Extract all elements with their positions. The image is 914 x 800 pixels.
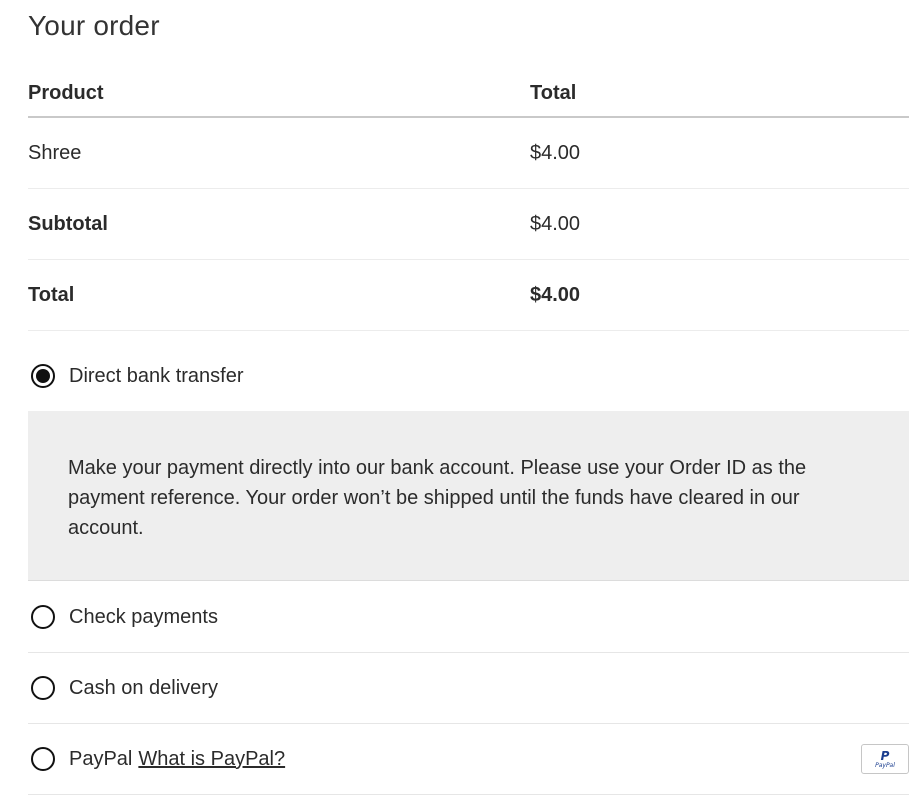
bank-transfer-radio[interactable] [31,364,55,388]
product-name: Shree [28,141,82,164]
page-title: Your order [28,10,160,41]
payment-method-bank-transfer[interactable]: Direct bank transfer [28,352,909,400]
paypal-radio[interactable] [31,747,55,771]
subtotal-row: Subtotal $4.00 [28,189,909,260]
cash-on-delivery-label[interactable]: Cash on delivery [69,677,218,700]
payment-method-paypal[interactable]: PayPal What is PayPal? P PayPal [28,724,909,795]
column-header-product: Product [28,81,104,104]
check-payments-label[interactable]: Check payments [69,606,218,629]
bank-transfer-label[interactable]: Direct bank transfer [69,365,244,388]
table-header: Product Total [28,70,909,118]
paypal-icon: P PayPal [861,744,909,774]
total-value: $4.00 [530,283,581,306]
subtotal-value: $4.00 [530,212,581,235]
table-row: Shree $4.00 [28,118,909,189]
total-label: Total [28,283,75,306]
column-header-total: Total [530,81,577,104]
total-row: Total $4.00 [28,260,909,331]
paypal-logo-text: PayPal [875,761,895,769]
payment-method-cod[interactable]: Cash on delivery [28,653,909,724]
cash-on-delivery-radio[interactable] [31,676,55,700]
bank-transfer-description: Make your payment directly into our bank… [28,411,909,581]
product-total: $4.00 [530,141,581,164]
subtotal-label: Subtotal [28,212,108,235]
payment-method-check[interactable]: Check payments [28,582,909,653]
check-payments-radio[interactable] [31,605,55,629]
paypal-label[interactable]: PayPal [69,748,132,771]
what-is-paypal-link[interactable]: What is PayPal? [138,748,285,771]
